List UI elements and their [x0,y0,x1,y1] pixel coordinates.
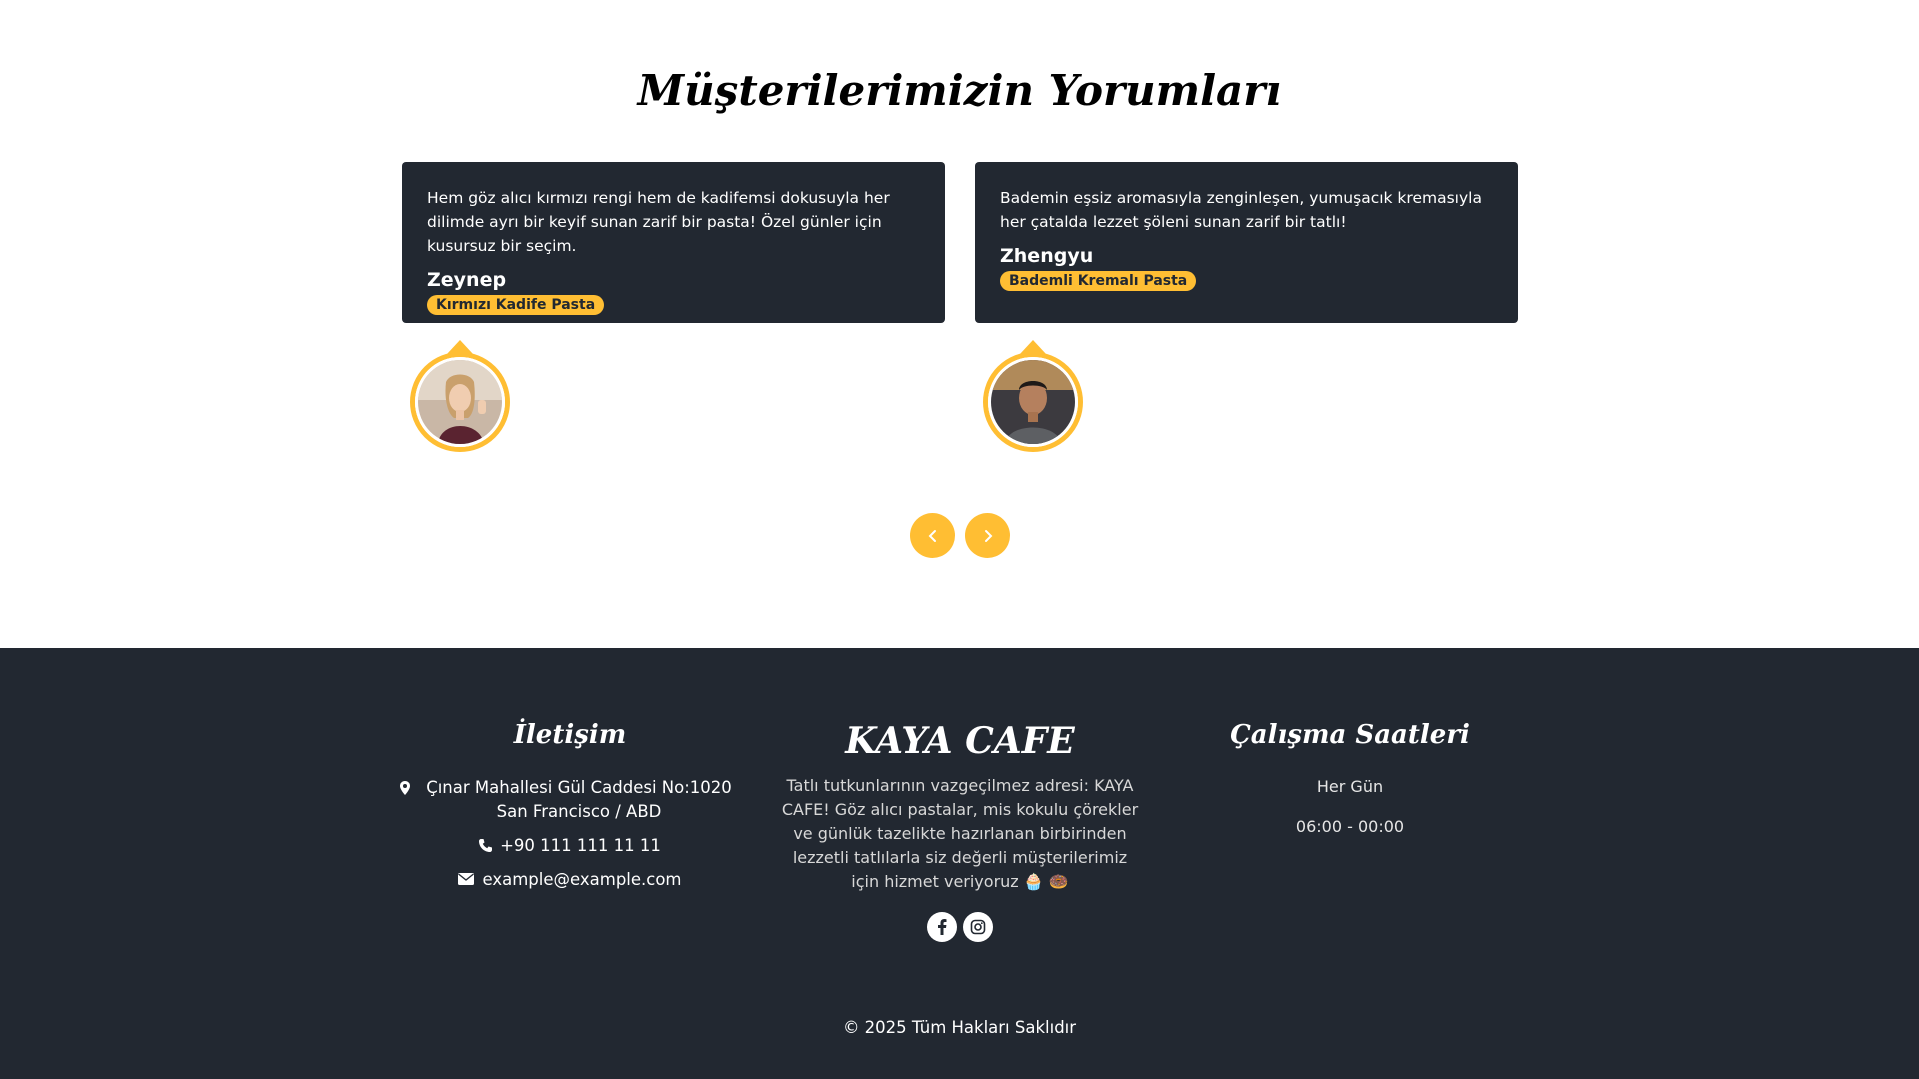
testimonial-card: Hem göz alıcı kırmızı rengi hem de kadif… [402,162,945,323]
next-button[interactable] [965,513,1010,558]
social-links [780,912,1140,942]
testimonial-name: Zhengyu [1000,245,1094,267]
hours-column: Çalışma Saatleri Her Gün 06:00 - 00:00 [1200,720,1500,856]
testimonials-section: Müşterilerimizin Yorumları Hem göz alıcı… [0,0,1919,648]
avatar-photo [415,357,505,447]
testimonial-text: Hem göz alıcı kırmızı rengi hem de kadif… [427,189,890,255]
footer: İletişim Çınar Mahallesi Gül Caddesi No:… [0,648,1919,1079]
instagram-icon [970,919,986,935]
phone-text: +90 111 111 11 11 [500,836,661,855]
brand-title: KAYA CAFE [845,720,1075,762]
map-pin-icon [400,781,410,795]
hours-time: 06:00 - 00:00 [1295,817,1405,836]
product-badge: Bademli Kremalı Pasta [1000,271,1197,291]
avatar-photo [988,357,1078,447]
product-badge: Kırmızı Kadife Pasta [427,295,605,315]
address-item: Çınar Mahallesi Gül Caddesi No:1020 San … [400,776,740,824]
avatar [410,352,510,452]
testimonial-name: Zeynep [427,269,507,291]
testimonial-text: Bademin eşsiz aromasıyla zenginleşen, yu… [1000,189,1482,231]
prev-button[interactable] [910,513,955,558]
facebook-link[interactable] [927,912,957,942]
hours-days: Her Gün [1316,777,1384,796]
about-column: KAYA CAFE Tatlı tutkunlarının vazgeçilme… [780,720,1140,942]
chevron-left-icon [928,529,936,542]
testimonial-card: Bademin eşsiz aromasıyla zenginleşen, yu… [975,162,1518,323]
section-title: Müşterilerimizin Yorumları [637,66,1282,115]
contact-column: İletişim Çınar Mahallesi Gül Caddesi No:… [400,720,740,902]
hours-title: Çalışma Saatleri [1230,720,1470,750]
phone-icon [479,839,493,852]
facebook-icon [938,919,947,935]
envelope-icon [458,873,475,885]
instagram-link[interactable] [963,912,993,942]
copyright-text: © 2025 Tüm Hakları Saklıdır [842,1018,1077,1037]
avatar [983,352,1083,452]
address-text: Çınar Mahallesi Gül Caddesi No:1020 San … [426,778,732,821]
phone-item[interactable]: +90 111 111 11 11 [400,834,740,858]
chevron-right-icon [984,529,992,542]
about-text: Tatlı tutkunlarının vazgeçilmez adresi: … [781,776,1139,891]
email-text: example@example.com [482,870,682,889]
contact-title: İletişim [513,720,627,750]
email-item[interactable]: example@example.com [400,868,740,892]
